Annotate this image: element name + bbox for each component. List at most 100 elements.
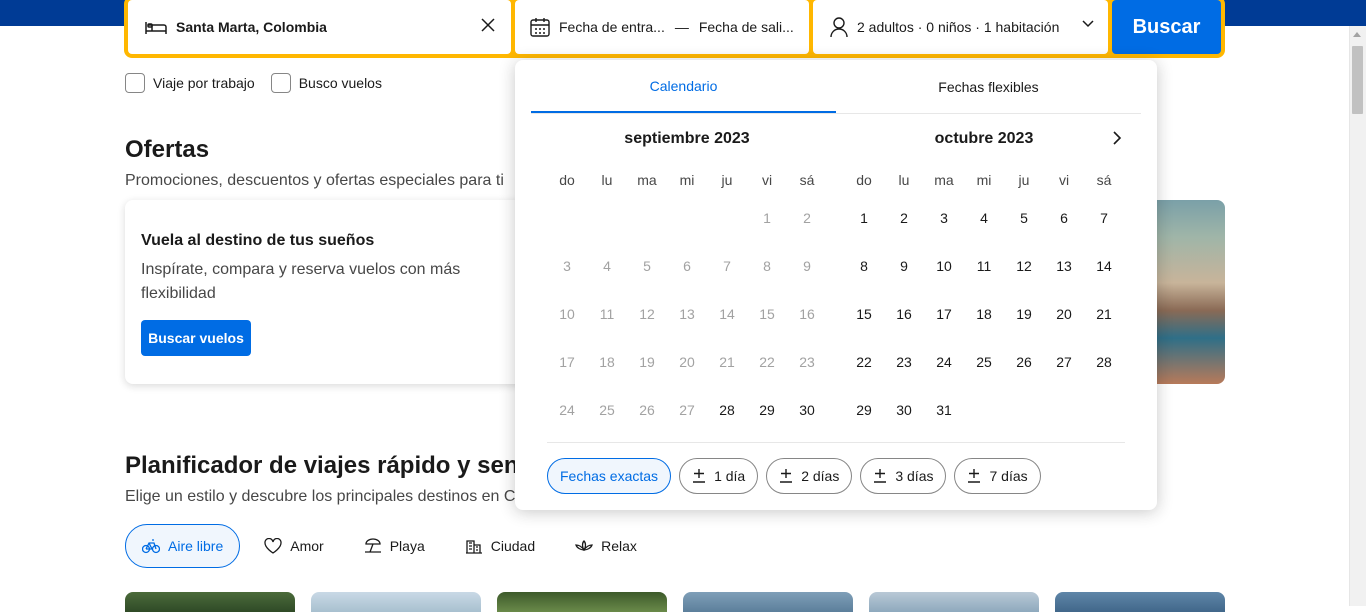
calendar-day[interactable]: 3 [924,194,964,242]
calendar-day[interactable]: 19 [1004,290,1044,338]
calendar-day[interactable]: 5 [1004,194,1044,242]
guests-field[interactable]: 2 adultos · 0 niños · 1 habitación [813,0,1108,54]
calendar-day[interactable]: 30 [787,386,827,434]
calendar-day[interactable]: 11 [964,242,1004,290]
chip-label: Amor [290,538,324,554]
search-button[interactable]: Buscar [1112,0,1221,54]
tab-fechas-flexibles[interactable]: Fechas flexibles [836,60,1141,113]
date-picker-popup: Calendario Fechas flexibles septiembre 2… [515,60,1157,510]
flex-option-label: 1 día [714,468,746,484]
calendar-day[interactable]: 8 [844,242,884,290]
plus-minus-icon [692,468,706,484]
calendar-day: 12 [639,306,655,322]
guests-value: 2 adultos · 0 niños · 1 habitación [857,19,1060,35]
calendar-day: 9 [803,258,811,274]
plus-minus-icon [873,468,887,484]
weekday-label: vi [1058,172,1070,188]
work-trip-checkbox[interactable]: Viaje por trabajo [125,73,255,93]
flex-1-day[interactable]: 1 día [679,458,759,494]
calendar-day[interactable]: 2 [884,194,924,242]
calendar-day[interactable]: 27 [1044,338,1084,386]
search-flights-button[interactable]: Buscar vuelos [141,320,251,356]
chip-ciudad[interactable]: Ciudad [449,524,551,568]
destination-thumb[interactable] [683,592,853,612]
calendar-day[interactable]: 9 [884,242,924,290]
calendar-day[interactable]: 26 [1004,338,1044,386]
chevron-down-icon[interactable] [1082,20,1094,28]
work-trip-checkbox-box[interactable] [125,73,145,93]
month-grid: do lu ma mi ju vi sá 1 2 3 4 5 6 7 8 9 10 11 12 13 14 15 16 17 1… [844,166,1124,434]
calendar-day: 19 [639,354,655,370]
calendar-day[interactable]: 14 [1084,242,1124,290]
calendar-day[interactable]: 18 [964,290,1004,338]
flex-exact-dates[interactable]: Fechas exactas [547,458,672,494]
weekday-label: ju [1018,172,1030,188]
calendar-day[interactable]: 4 [964,194,1004,242]
flights-checkbox-box[interactable] [270,73,291,93]
plus-minus-icon [779,468,793,484]
weekday-label: do [856,172,872,188]
calendar-day[interactable]: 12 [1004,242,1044,290]
calendar-day[interactable]: 13 [1044,242,1084,290]
chip-relax[interactable]: Relax [559,524,653,568]
calendar-day[interactable]: 20 [1044,290,1084,338]
chip-aire-libre[interactable]: Aire libre [125,524,241,568]
calendar-day[interactable]: 21 [1084,290,1124,338]
destination-thumb[interactable] [125,592,295,612]
calendar-day[interactable]: 24 [924,338,964,386]
scroll-up-arrow-icon[interactable] [1353,32,1361,37]
flights-checkbox[interactable]: Busco vuelos [270,73,382,93]
calendar-day: 25 [599,402,615,418]
offer-photo[interactable] [1156,200,1225,384]
chip-playa[interactable]: Playa [348,524,441,568]
calendar-day[interactable]: 29 [747,386,787,434]
month-september: septiembre 2023 do lu ma mi ju vi sá 1 2 3 4 5 6 7 8 9 1… [547,128,827,434]
calendar-day[interactable]: 25 [964,338,1004,386]
calendar-day[interactable]: 28 [1084,338,1124,386]
weekday-label: mi [679,172,695,188]
calendar-day[interactable]: 30 [884,386,924,434]
destination-thumb[interactable] [869,592,1039,612]
calendar-day: 5 [643,258,651,274]
destination-thumb[interactable] [1055,592,1225,612]
flights-label: Busco vuelos [298,75,382,91]
calendar-day[interactable]: 29 [844,386,884,434]
calendar-day[interactable]: 22 [844,338,884,386]
destination-thumb[interactable] [311,592,481,612]
scrollbar-thumb[interactable] [1352,46,1363,114]
calendar-day[interactable]: 6 [1044,194,1084,242]
lotus-icon [575,538,594,554]
checkin-value: Fecha de entra... [559,19,665,35]
weekday-label: do [559,172,575,188]
calendar-day[interactable]: 23 [884,338,924,386]
building-icon [465,538,483,554]
calendar-day: 11 [599,306,615,322]
style-chips: Aire libre Amor Playa Ciudad Relax [125,524,653,568]
next-month-chevron-icon[interactable] [1109,130,1125,146]
calendar-day[interactable]: 28 [707,386,747,434]
flex-3-days[interactable]: 3 días [860,458,947,494]
chip-label: Relax [601,538,637,554]
calendar-day: 10 [559,306,575,322]
flex-2-days[interactable]: 2 días [766,458,853,494]
calendar-day[interactable]: 15 [844,290,884,338]
chip-amor[interactable]: Amor [248,524,339,568]
calendar-day[interactable]: 1 [844,194,884,242]
chip-label: Playa [389,538,425,554]
calendar-day: 24 [559,402,575,418]
calendar-day[interactable]: 16 [884,290,924,338]
dates-field[interactable]: Fecha de entra... — Fecha de sali... [515,0,809,54]
calendar-day[interactable]: 17 [924,290,964,338]
close-icon[interactable] [481,18,495,32]
destination-thumb[interactable] [497,592,667,612]
destination-field[interactable]: Santa Marta, Colombia [128,0,511,54]
weekday-label: mi [976,172,992,188]
weekday-label: sá [1096,172,1112,188]
tab-calendario[interactable]: Calendario [531,60,836,113]
flex-7-days[interactable]: 7 días [954,458,1041,494]
weekday-label: ju [721,172,733,188]
calendar-blank [667,194,707,242]
calendar-day[interactable]: 7 [1084,194,1124,242]
calendar-day[interactable]: 31 [924,386,964,434]
calendar-day[interactable]: 10 [924,242,964,290]
